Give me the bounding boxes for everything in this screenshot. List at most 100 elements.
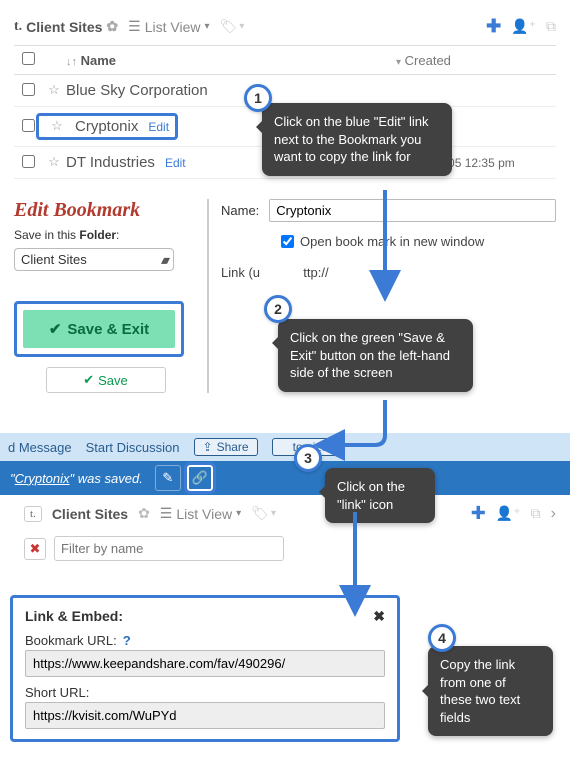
- filter-row: ✖: [14, 532, 556, 565]
- save-label: Save: [98, 373, 128, 388]
- row-checkbox[interactable]: [22, 155, 35, 168]
- row-checkbox[interactable]: [22, 83, 35, 96]
- edit-link[interactable]: Edit: [148, 120, 169, 134]
- add-button[interactable]: ✚: [471, 503, 486, 524]
- tag-dropdown[interactable]: 🏷▾: [251, 505, 276, 522]
- folder-prefix-icon: t.: [24, 506, 42, 522]
- edit-link[interactable]: Edit: [165, 156, 186, 170]
- save-exit-label: Save & Exit: [67, 321, 149, 338]
- q2: " was saved.: [70, 471, 143, 486]
- star-icon[interactable]: ☆: [42, 154, 66, 170]
- step-2-badge: 2: [264, 295, 292, 323]
- action-bar: d Message Start Discussion ⇪ Share tomiz…: [0, 433, 570, 461]
- bookmark-name[interactable]: Blue Sky Corporation: [66, 82, 396, 99]
- bookmark-name[interactable]: DT Industries: [66, 154, 155, 171]
- caret-down-icon: ▾: [396, 57, 401, 68]
- view-switcher[interactable]: ☰ List View ▾: [160, 505, 241, 522]
- edit-icon: ✎: [162, 470, 173, 486]
- message-link[interactable]: d Message: [8, 440, 72, 455]
- list-toolbar: t. Client Sites ✿ ☰ List View ▾ 🏷▾ ✚ 👤⁺ …: [14, 495, 556, 532]
- save-confirm-bar: "Cryptonix" was saved. ✎ 🔗: [0, 461, 570, 495]
- view-switcher[interactable]: ☰ List View ▾: [128, 18, 209, 35]
- add-user-icon[interactable]: 👤⁺: [496, 505, 521, 522]
- share-button[interactable]: ⇪ Share: [194, 438, 258, 456]
- step-3-badge: 3: [294, 444, 322, 472]
- link-label-part1: Link (u: [221, 265, 260, 280]
- tag-dropdown[interactable]: 🏷 ▾: [220, 18, 245, 35]
- step-4-badge: 4: [428, 624, 456, 652]
- row-checkbox[interactable]: [22, 119, 35, 132]
- saved-message: "Cryptonix" was saved.: [10, 471, 143, 486]
- share-icon: ⇪: [203, 440, 213, 454]
- link-icon-button[interactable]: 🔗: [187, 465, 213, 491]
- gear-icon[interactable]: ✿: [106, 18, 118, 35]
- view-label: List View: [176, 506, 232, 522]
- close-button[interactable]: ✖: [373, 608, 385, 625]
- open-new-window-checkbox[interactable]: [281, 235, 294, 248]
- check-icon: ✔: [83, 372, 94, 388]
- clear-filter-button[interactable]: ✖: [24, 538, 46, 560]
- view-label: List View: [145, 19, 201, 35]
- bookmark-url-input[interactable]: [25, 650, 385, 677]
- folder-prefix-icon: t.: [14, 19, 22, 35]
- name-header-text: Name: [81, 53, 116, 68]
- highlighted-row: ☆ Cryptonix Edit: [36, 113, 178, 140]
- share-label: Share: [217, 440, 249, 454]
- copy-icon[interactable]: ⧉: [546, 18, 556, 35]
- short-url-input[interactable]: [25, 702, 385, 729]
- tag-icon: 🏷: [220, 18, 238, 35]
- folder-select-value: Client Sites: [21, 252, 87, 267]
- caret-down-icon: ▾: [205, 21, 210, 32]
- list-icon: ☰: [128, 18, 141, 35]
- add-user-icon[interactable]: 👤⁺: [511, 18, 536, 35]
- star-icon[interactable]: ☆: [45, 118, 69, 134]
- tooltip-2: Click on the green "Save & Exit" button …: [278, 319, 473, 392]
- filter-input[interactable]: [54, 536, 284, 561]
- edit-icon-button[interactable]: ✎: [155, 465, 181, 491]
- tooltip-4: Copy the link from one of these two text…: [428, 646, 553, 736]
- bookmark-name[interactable]: Cryptonix: [75, 118, 138, 135]
- folder-select[interactable]: Client Sites ▴▾: [14, 248, 174, 271]
- saved-name[interactable]: Cryptonix: [15, 471, 70, 486]
- link-label: Link (u ttp://: [221, 265, 556, 280]
- star-icon[interactable]: ☆: [42, 82, 66, 98]
- bookmark-url-label: Bookmark URL:: [25, 633, 117, 648]
- breadcrumb[interactable]: t. Client Sites ✿: [14, 18, 118, 35]
- select-all-checkbox[interactable]: [22, 52, 35, 65]
- arrow-right-icon[interactable]: ›: [551, 505, 556, 523]
- caret-down-icon: ▾: [236, 508, 241, 519]
- tooltip-1: Click on the blue "Edit" link next to th…: [262, 103, 452, 176]
- open-new-window-label: Open book mark in new window: [300, 234, 484, 249]
- list-toolbar: t. Client Sites ✿ ☰ List View ▾ 🏷 ▾ ✚ 👤⁺…: [14, 14, 556, 45]
- add-button[interactable]: ✚: [486, 16, 501, 37]
- save-button[interactable]: ✔ Save: [46, 367, 166, 393]
- col-name[interactable]: ↓↑ Name: [66, 53, 396, 68]
- col-created[interactable]: ▾ Created: [396, 53, 556, 68]
- help-icon[interactable]: ?: [123, 633, 131, 648]
- sort-icon: ↓↑: [66, 56, 77, 68]
- caret-down-icon: ▾: [239, 21, 244, 32]
- link-embed-panel: Link & Embed: ✖ Bookmark URL: ? Short UR…: [10, 595, 400, 742]
- panel-title: Edit Bookmark: [14, 199, 197, 222]
- discussion-link[interactable]: Start Discussion: [86, 440, 180, 455]
- link-icon: 🔗: [192, 470, 208, 486]
- check-icon: ✔: [49, 320, 62, 338]
- saved-confirmation-panel: d Message Start Discussion ⇪ Share tomiz…: [14, 433, 556, 565]
- panel-title: Link & Embed:: [25, 608, 123, 625]
- tooltip-3: Click on the "link" icon: [325, 468, 435, 523]
- copy-icon[interactable]: ⧉: [531, 505, 541, 522]
- save-exit-highlight: ✔ Save & Exit: [14, 301, 184, 357]
- short-url-label: Short URL:: [25, 685, 89, 700]
- table-header: ↓↑ Name ▾ Created: [14, 45, 556, 75]
- created-header-text: Created: [405, 53, 451, 68]
- folder-name: Client Sites: [26, 19, 102, 35]
- step-1-badge: 1: [244, 84, 272, 112]
- select-caret-icon: ▴▾: [161, 253, 167, 267]
- save-exit-button[interactable]: ✔ Save & Exit: [23, 310, 175, 348]
- name-input[interactable]: [269, 199, 556, 222]
- folder-name[interactable]: Client Sites: [52, 506, 128, 522]
- tag-icon: 🏷: [251, 505, 269, 522]
- save-in-label: Save in this Folder:: [14, 228, 197, 242]
- name-label: Name:: [221, 203, 259, 218]
- gear-icon[interactable]: ✿: [138, 505, 150, 522]
